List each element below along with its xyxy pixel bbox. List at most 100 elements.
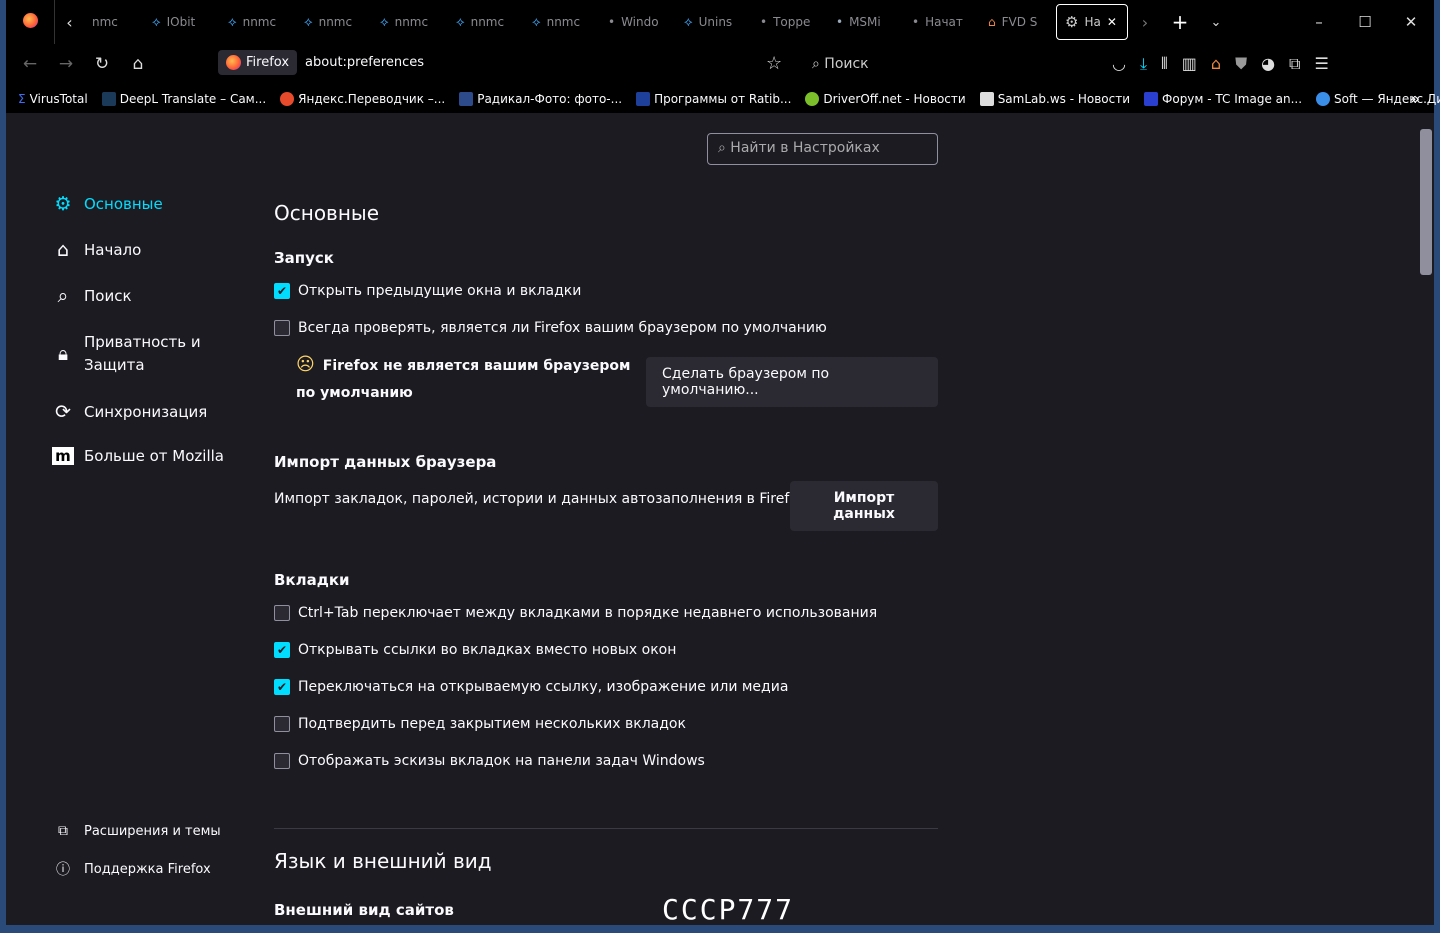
checkbox[interactable] bbox=[274, 320, 290, 336]
more-bookmarks-icon[interactable]: » bbox=[1410, 89, 1420, 108]
bookmark-star-icon[interactable]: ☆ bbox=[766, 53, 782, 74]
close-window-button[interactable]: ✕ bbox=[1388, 0, 1434, 44]
bookmark-item[interactable]: Soft — Яндекс.Диск bbox=[1316, 92, 1440, 106]
firefox-view-button[interactable] bbox=[6, 13, 54, 31]
pocket-icon[interactable]: ◡ bbox=[1112, 54, 1126, 74]
tab[interactable]: •Начат bbox=[904, 15, 980, 29]
url-bar[interactable]: Firefox about:preferences bbox=[218, 50, 424, 75]
bookmark-item[interactable]: SamLab.ws - Новости bbox=[980, 92, 1130, 106]
bookmark-item[interactable]: Яндекс.Переводчик –... bbox=[280, 92, 445, 106]
category-sync[interactable]: ⟳Синхронизация bbox=[52, 401, 252, 423]
tab-option[interactable]: Подтвердить перед закрытием нескольких в… bbox=[274, 716, 686, 732]
back-icon[interactable]: ← bbox=[12, 54, 48, 74]
menu-icon[interactable]: ☰ bbox=[1314, 54, 1328, 74]
tab-option[interactable]: Отображать эскизы вкладок на панели зада… bbox=[274, 753, 705, 769]
category-home[interactable]: ⌂Начало bbox=[52, 239, 252, 261]
scrollbar[interactable] bbox=[1418, 117, 1432, 917]
tab-label: nnmc bbox=[547, 15, 581, 29]
favicon-icon: ⟡ bbox=[684, 15, 693, 30]
checkbox-open-previous[interactable]: ✔Открыть предыдущие окна и вкладки bbox=[274, 283, 581, 299]
url-text[interactable]: about:preferences bbox=[305, 55, 424, 70]
checkbox[interactable]: ✔ bbox=[274, 283, 290, 299]
addons-link[interactable]: ⧉Расширения и темы bbox=[52, 823, 221, 839]
import-data-button[interactable]: Импорт данных bbox=[790, 481, 938, 531]
search-box[interactable]: ⌕ Поиск bbox=[812, 56, 869, 72]
scrollbar-thumb[interactable] bbox=[1420, 129, 1432, 275]
sync-icon: ⟳ bbox=[52, 401, 74, 423]
tab[interactable]: nmc bbox=[84, 15, 144, 29]
close-tab-icon[interactable]: ✕ bbox=[1107, 15, 1117, 29]
make-default-button[interactable]: Сделать браузером по умолчанию... bbox=[646, 357, 938, 407]
checkbox[interactable] bbox=[274, 753, 290, 769]
bookmark-item[interactable]: Программы от Ratib... bbox=[636, 92, 791, 106]
category-privacy[interactable]: 🔒︎Приватность и Защита bbox=[52, 331, 252, 377]
category-more-from-mozilla[interactable]: mБольше от Mozilla bbox=[52, 447, 252, 465]
virustotal-icon: Σ bbox=[18, 92, 26, 106]
status-text: Firefox не является вашим браузером по у… bbox=[296, 358, 630, 401]
section-title: Язык и внешний вид bbox=[274, 849, 492, 873]
checkbox[interactable] bbox=[274, 716, 290, 732]
tab[interactable]: ⟡nnmc bbox=[220, 15, 296, 30]
sidebar-icon[interactable]: ▥ bbox=[1182, 54, 1197, 74]
browser-window: ‹ nmc ⟡IObit ⟡nnmc ⟡nnmc ⟡nnmc ⟡nnmc ⟡nn… bbox=[6, 0, 1434, 925]
tab-option[interactable]: Ctrl+Tab переключает между вкладками в п… bbox=[274, 605, 877, 621]
maximize-button[interactable]: ☐ bbox=[1342, 0, 1388, 44]
support-link[interactable]: ⓘПоддержка Firefox bbox=[52, 859, 221, 879]
bookmark-item[interactable]: DriverOff.net - Новости bbox=[805, 92, 965, 106]
fvd-extension-icon[interactable]: ⌂ bbox=[1211, 54, 1221, 74]
checkbox[interactable] bbox=[274, 605, 290, 621]
default-browser-status: ☹Firefox не является вашим браузером по … bbox=[296, 351, 636, 407]
tab[interactable]: ⟡nnmc bbox=[524, 15, 600, 30]
bookmark-item[interactable]: Форум - TC Image an... bbox=[1144, 92, 1302, 106]
tab-option[interactable]: ✔Открывать ссылки во вкладках вместо нов… bbox=[274, 642, 676, 658]
account-icon[interactable]: ◕ bbox=[1261, 54, 1275, 74]
identity-box[interactable]: Firefox bbox=[218, 50, 297, 75]
ratib-icon bbox=[636, 92, 650, 106]
download-icon[interactable]: ⤓ bbox=[1140, 54, 1147, 74]
tab[interactable]: ⟡nnmc bbox=[372, 15, 448, 30]
tab[interactable]: ⟡Unins bbox=[676, 15, 752, 30]
find-in-settings-input[interactable]: ⌕ Найти в Настройках bbox=[707, 133, 938, 165]
tab-label: Windo bbox=[621, 15, 659, 29]
minimize-button[interactable]: – bbox=[1296, 0, 1342, 44]
list-tabs-icon[interactable]: ⌄ bbox=[1198, 15, 1234, 30]
page-title: Основные bbox=[274, 201, 379, 225]
dot-icon: • bbox=[760, 15, 767, 29]
extensions-icon[interactable]: ⧉ bbox=[1289, 54, 1300, 74]
home-icon[interactable]: ⌂ bbox=[120, 54, 156, 74]
preferences-page: ⚙Основные ⌂Начало ⌕Поиск 🔒︎Приватность и… bbox=[6, 113, 1434, 925]
tab[interactable]: ⌂FVD S bbox=[980, 15, 1056, 29]
shield-icon[interactable]: ⛊ bbox=[1235, 54, 1247, 74]
deepl-icon bbox=[102, 92, 116, 106]
tab[interactable]: ⟡nnmc bbox=[296, 15, 372, 30]
tab-label: Начат bbox=[925, 15, 963, 29]
section-heading: Вкладки bbox=[274, 571, 350, 589]
help-icon: ⓘ bbox=[52, 859, 74, 879]
tab[interactable]: •Windo bbox=[600, 15, 676, 29]
new-tab-button[interactable]: + bbox=[1162, 10, 1198, 34]
tab-label: nnmc bbox=[243, 15, 277, 29]
link-label: Расширения и темы bbox=[84, 824, 221, 839]
checkbox-label: Отображать эскизы вкладок на панели зада… bbox=[298, 753, 705, 769]
scroll-tabs-right-icon[interactable]: › bbox=[1128, 13, 1162, 32]
category-search[interactable]: ⌕Поиск bbox=[52, 285, 252, 307]
bookmark-item[interactable]: ΣVirusTotal bbox=[18, 92, 88, 106]
checkbox-always-check-default[interactable]: Всегда проверять, является ли Firefox ва… bbox=[274, 320, 827, 336]
tab-active-settings[interactable]: ⚙На✕ bbox=[1056, 4, 1128, 40]
category-general[interactable]: ⚙Основные bbox=[52, 193, 252, 215]
forward-icon[interactable]: → bbox=[48, 54, 84, 74]
checkbox[interactable]: ✔ bbox=[274, 679, 290, 695]
library-icon[interactable]: ⫴ bbox=[1161, 54, 1168, 74]
scroll-tabs-left-icon[interactable]: ‹ bbox=[54, 0, 84, 44]
bookmark-item[interactable]: DeepL Translate – Сам... bbox=[102, 92, 266, 106]
tab-label: nnmc bbox=[395, 15, 429, 29]
checkbox[interactable]: ✔ bbox=[274, 642, 290, 658]
bookmark-item[interactable]: Радикал-Фото: фото-... bbox=[459, 92, 622, 106]
floppy-icon bbox=[1144, 92, 1158, 106]
tab[interactable]: ⟡IObit bbox=[144, 15, 220, 30]
tab[interactable]: ⟡nnmc bbox=[448, 15, 524, 30]
tab-option[interactable]: ✔Переключаться на открываемую ссылку, из… bbox=[274, 679, 788, 695]
tab[interactable]: •Торре bbox=[752, 15, 828, 29]
reload-icon[interactable]: ↻ bbox=[84, 54, 120, 74]
tab[interactable]: •MSMi bbox=[828, 15, 904, 29]
